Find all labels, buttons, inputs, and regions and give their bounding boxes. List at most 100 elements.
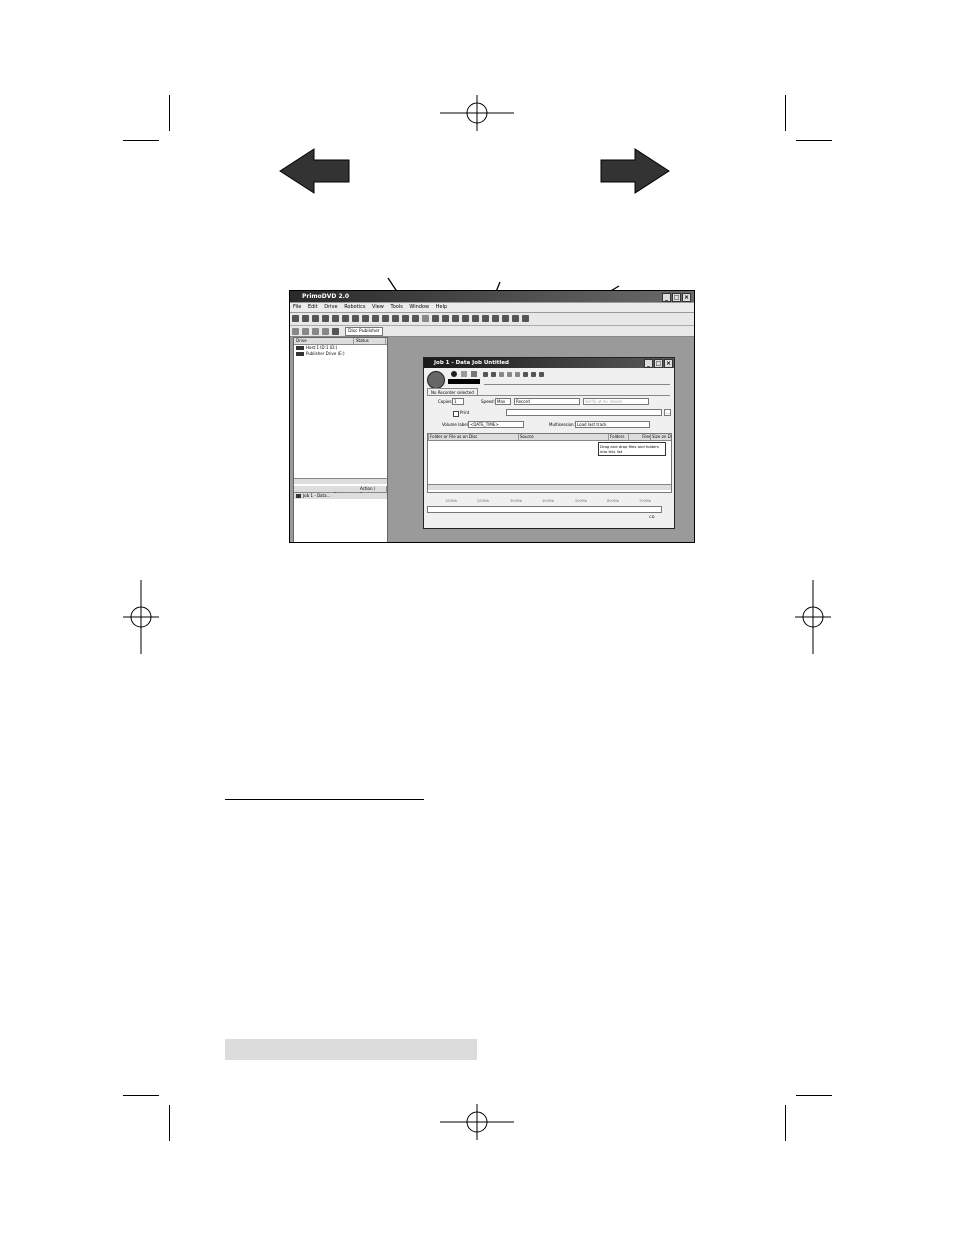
undo-icon[interactable]	[352, 315, 359, 322]
pause-icon[interactable]	[461, 371, 467, 377]
horizontal-scrollbar[interactable]	[294, 478, 387, 484]
file-grid-scrollbar[interactable]	[428, 484, 671, 490]
table-row[interactable]: Job 1 - Data...	[294, 493, 387, 499]
drive-icon	[296, 346, 304, 350]
back-icon[interactable]	[422, 315, 429, 322]
copies-input[interactable]: 1	[452, 398, 464, 405]
audio-icon[interactable]	[382, 315, 389, 322]
menu-help[interactable]: Help	[436, 304, 447, 310]
job-window-title: Job 1 - Data Job Untitled	[434, 360, 509, 366]
copies-label: Copies:	[438, 399, 453, 404]
paste-icon[interactable]	[515, 372, 520, 377]
disc-icon[interactable]	[312, 328, 319, 335]
stop-icon[interactable]	[471, 371, 477, 377]
stop-select[interactable]: Verify at ev. ebook	[583, 398, 649, 405]
menu-edit[interactable]: Edit	[308, 304, 318, 310]
status-column-header[interactable]: Status	[354, 338, 386, 344]
save-icon[interactable]	[372, 315, 379, 322]
properties-icon[interactable]	[523, 372, 528, 377]
window-icon[interactable]	[492, 315, 499, 322]
disc-icon[interactable]	[322, 328, 329, 335]
volume-label-input[interactable]: <DATE_TIME>	[468, 421, 524, 428]
speed-label: Speed:	[481, 399, 495, 404]
drop-hint-tooltip: Drag and drop files and folders into thi…	[598, 442, 666, 456]
refresh-icon[interactable]	[539, 372, 544, 377]
cut-icon[interactable]	[499, 372, 504, 377]
drive-icon	[296, 352, 304, 356]
burn-icon[interactable]	[412, 315, 419, 322]
divider-line	[225, 799, 424, 800]
open-icon[interactable]	[362, 315, 369, 322]
registration-mark-left	[123, 580, 159, 654]
job-window-title-bar: Job 1 - Data Job Untitled _ □ ×	[424, 358, 674, 368]
disc-icon[interactable]	[312, 315, 319, 322]
list-item[interactable]: Publisher Drive (E:)	[294, 351, 387, 357]
maximize-icon[interactable]: □	[654, 359, 663, 368]
capacity-tick: 600Mb	[607, 499, 619, 503]
chart-icon[interactable]	[482, 315, 489, 322]
tool-icon[interactable]	[292, 315, 299, 322]
audio-icon[interactable]	[392, 315, 399, 322]
capacity-tick: 100Mb	[445, 499, 457, 503]
save-icon[interactable]	[531, 372, 536, 377]
forward-icon[interactable]	[432, 315, 439, 322]
column-header-folder[interactable]: Folder or File as on Disc	[428, 434, 519, 440]
maximize-icon[interactable]: □	[672, 293, 681, 302]
window-icon[interactable]	[502, 315, 509, 322]
help-icon[interactable]	[522, 315, 529, 322]
save-icon[interactable]	[491, 372, 496, 377]
copy-icon[interactable]	[332, 315, 339, 322]
registration-mark-right	[795, 580, 831, 654]
copy-icon[interactable]	[342, 315, 349, 322]
minimize-icon[interactable]: _	[662, 293, 671, 302]
menu-view[interactable]: View	[372, 304, 384, 310]
drive-column-header[interactable]: Drive	[294, 338, 354, 344]
menu-tools[interactable]: Tools	[391, 304, 403, 310]
open-icon[interactable]	[483, 372, 488, 377]
multisession-select[interactable]: Load last track	[575, 421, 650, 428]
gear-icon[interactable]	[472, 315, 479, 322]
action-column-header[interactable]: Action / Reco	[358, 486, 387, 497]
column-header-size[interactable]: Size on D	[650, 434, 673, 440]
print-checkbox[interactable]	[453, 411, 459, 417]
column-header-source[interactable]: Source	[518, 434, 608, 440]
capacity-tick: 300Mb	[510, 499, 522, 503]
record-icon[interactable]	[451, 371, 457, 377]
disc-icon[interactable]	[302, 328, 309, 335]
print-template-select[interactable]	[506, 409, 662, 416]
menu-drive[interactable]: Drive	[324, 304, 337, 310]
column-header-folders[interactable]: Folders	[608, 434, 629, 440]
speed-select[interactable]: Max	[495, 398, 511, 405]
disc-publisher-label[interactable]: Disc Publisher	[345, 327, 383, 336]
disc-icon[interactable]	[292, 328, 299, 335]
disc-icon[interactable]	[322, 315, 329, 322]
menu-window[interactable]: Window	[409, 304, 429, 310]
column-header-files[interactable]: Files	[628, 434, 651, 440]
job-icon	[296, 494, 301, 498]
drive-name: Publisher Drive (E:)	[306, 351, 345, 356]
menu-file[interactable]: File	[293, 304, 301, 310]
mode-select[interactable]: Record	[514, 398, 580, 405]
save-icon[interactable]	[462, 315, 469, 322]
menu-bar: File Edit Drive Robotics View Tools Wind…	[290, 303, 694, 312]
minimize-icon[interactable]: _	[644, 359, 653, 368]
erase-icon[interactable]	[402, 315, 409, 322]
file-grid[interactable]: Folder or File as on Disc Source Folders…	[427, 433, 672, 493]
filter-icon[interactable]	[452, 315, 459, 322]
progress-bar	[448, 379, 480, 384]
menu-robotics[interactable]: Robotics	[344, 304, 365, 310]
job-disc-icon	[427, 371, 445, 389]
secondary-toolbar: Disc Publisher	[290, 326, 694, 337]
browse-button[interactable]: …	[664, 409, 671, 416]
info-icon[interactable]	[442, 315, 449, 322]
disc-icon[interactable]	[302, 315, 309, 322]
close-icon[interactable]: ×	[682, 293, 691, 302]
window-icon[interactable]	[512, 315, 519, 322]
main-toolbar	[290, 313, 694, 326]
file-grid-header: Folder or File as on Disc Source Folders…	[428, 434, 671, 441]
drive-name: Host:1 ID:1 (D:)	[306, 345, 338, 350]
print-marks-layer	[123, 95, 831, 1140]
publisher-icon[interactable]	[332, 328, 339, 335]
close-icon[interactable]: ×	[664, 359, 673, 368]
copy-icon[interactable]	[507, 372, 512, 377]
